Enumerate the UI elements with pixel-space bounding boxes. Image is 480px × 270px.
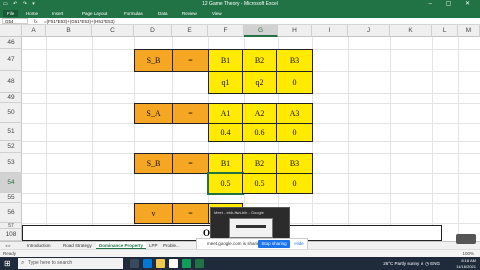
row-header-46[interactable]: 46 [0,37,22,49]
cell-h47[interactable]: B2 [242,49,277,72]
excel-taskbar-icon[interactable] [195,259,204,268]
system-tray[interactable]: 26°C Partly sunny ∧ ◷ ENG [383,257,440,270]
tab-data[interactable]: Data [158,10,168,17]
tab-page-layout[interactable]: Page Layout [82,10,107,17]
meet-preview-title: Meet - ebb-ftwt-bih - Google [214,210,264,215]
sheet-tab-introduction[interactable]: Introduction [24,242,54,249]
cell-h51[interactable]: 0.6 [242,123,277,142]
name-box[interactable]: G54 [2,18,28,24]
column-header-f[interactable]: F [208,25,244,37]
search-placeholder: Type here to search [28,260,73,266]
cell-g53[interactable]: B1 [208,153,243,174]
column-header-j[interactable]: J [348,25,390,37]
clock[interactable]: 8:18 AM 11/16/2021 [456,258,476,269]
column-header-c[interactable]: C [92,25,134,37]
sheet-tab-lpp[interactable]: LPP [146,242,161,249]
column-header-i[interactable]: I [312,25,348,37]
formula-bar: G54 fx =(F51*E53)+(G51*E53)+(H51*E53) [0,18,480,25]
sheet-tab-road-strategy[interactable]: Road Strategy [60,242,95,249]
row-header-47[interactable]: 47 [0,49,22,71]
cell-g54-active[interactable]: 0.5 [207,172,244,195]
edge-icon[interactable] [143,259,152,268]
row-header-53[interactable]: 53 [0,153,22,173]
cell-f56[interactable]: = [172,203,209,224]
tab-file[interactable]: File [3,10,19,17]
meet-window-preview[interactable]: Meet - ebb-ftwt-bih - Google [210,207,290,240]
row-header-50[interactable]: 50 [0,103,22,123]
column-header-h[interactable]: H [278,25,312,37]
tab-view[interactable]: View [212,10,222,17]
meet-preview-thumbnail [229,218,273,238]
cell-e53[interactable]: S_B [134,153,173,174]
cell-i51[interactable]: 0 [276,123,313,142]
fx-icon[interactable]: fx [34,18,38,25]
cell-g51[interactable]: 0.4 [208,123,243,142]
cell-i54[interactable]: 0 [276,173,313,194]
hide-button[interactable]: Hide [292,240,306,248]
row-header-48[interactable]: 48 [0,71,22,93]
column-header-a[interactable]: A [22,25,46,37]
cell-h54[interactable]: 0.5 [242,173,277,194]
row-header-52[interactable]: 52 [0,141,22,153]
stop-sharing-button[interactable]: Stop sharing [258,240,290,248]
column-headers: A B C D E F G H I J K L M [0,25,480,37]
cell-f53[interactable]: = [172,153,209,174]
formula-input[interactable]: =(F51*E53)+(G51*E53)+(H51*E53) [44,18,115,25]
row-header-108[interactable]: 108 [0,229,22,241]
task-view-icon[interactable] [130,259,139,268]
cell-f50[interactable]: = [172,103,209,124]
column-header-d[interactable]: D [134,25,172,37]
status-bar: Ready 100% [0,249,480,257]
cell-e47[interactable]: S_B [134,49,173,72]
ribbon-tabs: File Home Insert Page Layout Formulas Da… [0,9,480,18]
excel-window: ▭ ↶ ↷ ▾ 12 Game Theory - Microsoft Excel… [0,0,480,270]
chrome-icon[interactable] [182,259,191,268]
title-bar: ▭ ↶ ↷ ▾ 12 Game Theory - Microsoft Excel… [0,0,480,9]
column-header-l[interactable]: L [432,25,458,37]
windows-taskbar: ⊞ ⌕ Type here to search 26°C Partly sunn… [0,257,480,270]
cell-h53[interactable]: B2 [242,153,277,174]
column-header-m[interactable]: M [458,25,480,37]
cell-g48[interactable]: q1 [208,71,243,94]
cell-h50[interactable]: A2 [242,103,277,124]
window-title: 12 Game Theory - Microsoft Excel [202,1,278,7]
file-explorer-icon[interactable] [156,259,165,268]
window-controls[interactable]: – ▢ ✕ [429,0,476,9]
cell-f47[interactable]: = [172,49,209,72]
row-header-49[interactable]: 49 [0,93,22,103]
tab-review[interactable]: Review [182,10,197,17]
row-header-56[interactable]: 56 [0,203,22,223]
sheet-nav-arrows[interactable]: ◂ ▸ [2,242,14,249]
store-icon[interactable] [169,259,178,268]
cell-e50[interactable]: S_A [134,103,173,124]
cell-h48[interactable]: q2 [242,71,277,94]
tab-formulas[interactable]: Formulas [124,10,143,17]
cell-i50[interactable]: A3 [276,103,313,124]
column-header-b[interactable]: B [46,25,92,37]
cell-g47[interactable]: B1 [208,49,243,72]
tab-home[interactable]: Home [26,10,38,17]
windows-start-icon[interactable]: ⊞ [4,259,13,268]
sheet-tab-problem[interactable]: Proble... [160,242,183,249]
clock-date: 11/16/2021 [456,263,476,269]
search-icon: ⌕ [21,260,25,266]
taskbar-search-box[interactable]: ⌕ Type here to search [18,258,123,269]
row-header-51[interactable]: 51 [0,123,22,141]
row-header-55[interactable]: 55 [0,193,22,203]
cell-g50[interactable]: A1 [208,103,243,124]
column-header-k[interactable]: K [390,25,432,37]
select-all-corner[interactable] [0,25,22,37]
column-header-g[interactable]: G [244,25,278,37]
tab-insert[interactable]: Insert [52,10,63,17]
cell-i48[interactable]: 0 [276,71,313,94]
cell-e56[interactable]: v [134,203,173,224]
sheet-tab-dominance-property[interactable]: Dominance Property [96,242,147,249]
participant-video-thumbnail [456,234,476,244]
row-headers: 46 47 48 49 50 51 52 53 54 55 56 57 108 [0,37,22,241]
cell-i47[interactable]: B3 [276,49,313,72]
row-header-54[interactable]: 54 [0,173,22,193]
column-header-e[interactable]: E [172,25,208,37]
cell-i53[interactable]: B3 [276,153,313,174]
